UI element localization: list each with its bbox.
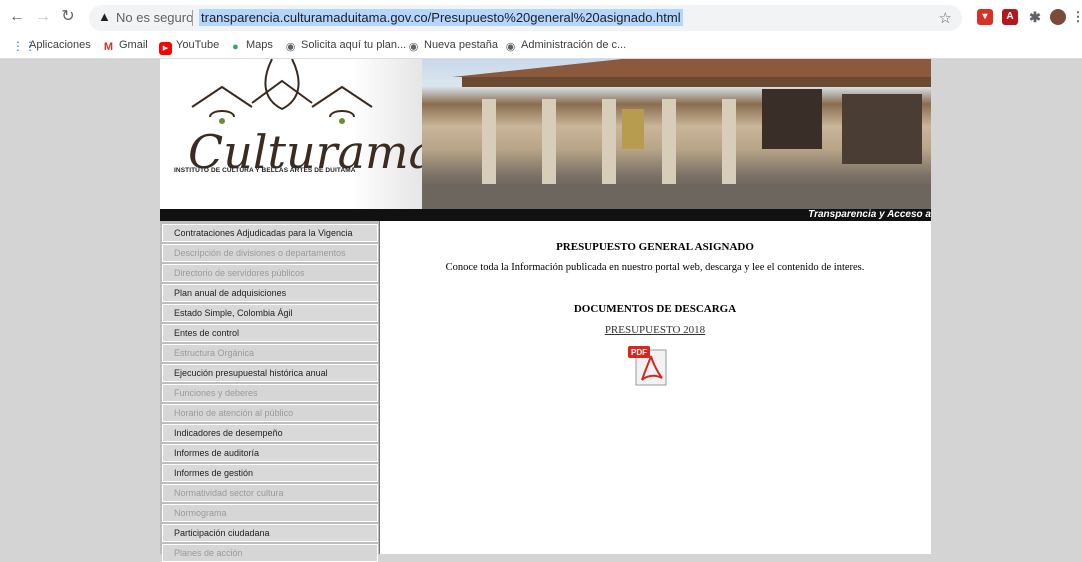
intro-text: Conoce toda la Información publicada en … [445, 262, 865, 273]
sidebar-item-horario[interactable]: Horario de atención al público [162, 404, 378, 422]
bookmark-apps[interactable]: ⋮⋮Aplicaciones [12, 39, 91, 53]
globe-icon: ◉ [505, 41, 516, 53]
bookmark-solicita[interactable]: ◉ Solicita aquí tu plan... [284, 39, 407, 54]
presupuesto-2018-link[interactable]: PRESUPUESTO 2018 [380, 324, 930, 336]
insecure-label[interactable]: No es seguro [116, 10, 193, 25]
sidebar-item-estructura[interactable]: Estructura Orgánica [162, 344, 378, 362]
pdf-extension-icon[interactable]: A [1002, 9, 1018, 25]
warning-icon[interactable]: ▲ [98, 9, 111, 24]
reload-icon[interactable]: ↻ [59, 8, 77, 26]
bookmark-label: YouTube [176, 39, 220, 51]
bookmarks-bar: ⋮⋮Aplicaciones M Gmail ▶ YouTube ● Maps ◉ So… [0, 36, 1082, 59]
pocket-extension-icon[interactable]: ▾ [977, 9, 993, 25]
sidebar-menu: Contrataciones Adjudicadas para la Vigen… [160, 221, 379, 562]
logo-subtitle: INSTITUTO DE CULTURA Y BELLAS ARTES DE D… [174, 167, 356, 174]
sidebar-item-estado-simple[interactable]: Estado Simple, Colombia Ágil [162, 304, 378, 322]
globe-icon: ◉ [408, 41, 419, 53]
bookmark-gmail[interactable]: M Gmail [102, 39, 148, 54]
page-title: PRESUPUESTO GENERAL ASIGNADO [556, 241, 754, 253]
back-arrow-icon[interactable]: ← [8, 8, 26, 26]
address-divider [192, 10, 193, 26]
sidebar-item-divisiones[interactable]: Descripción de divisiones o departamento… [162, 244, 378, 262]
sidebar-item-directorio[interactable]: Directorio de servidores públicos [162, 264, 378, 282]
page-container: Culturama INSTITUTO DE CULTURA Y BELLAS … [160, 59, 931, 562]
forward-arrow-icon[interactable]: → [34, 8, 52, 26]
extensions-puzzle-icon[interactable]: ✱ [1027, 9, 1043, 25]
pdf-file-icon: PDF [628, 346, 667, 386]
bookmark-label: Administración de c... [521, 39, 627, 51]
bookmark-youtube[interactable]: ▶ YouTube [159, 39, 219, 55]
bookmark-label: Aplicaciones [29, 39, 91, 51]
browser-toolbar: ← → ↻ ▲ No es seguro transparencia.cultu… [0, 0, 1082, 36]
profile-avatar[interactable] [1050, 9, 1066, 25]
bookmark-nueva-pestana[interactable]: ◉ Nueva pestaña [407, 39, 498, 54]
bookmark-label: Nueva pestaña [424, 39, 498, 51]
maps-pin-icon: ● [232, 41, 239, 53]
gmail-icon: M [103, 41, 114, 53]
sidebar-item-participacion[interactable]: Participación ciudadana [162, 524, 378, 542]
sidebar-item-planes-accion[interactable]: Planes de acción [162, 544, 378, 562]
bookmark-label: Gmail [119, 39, 148, 51]
logo-area: Culturama INSTITUTO DE CULTURA Y BELLAS … [160, 59, 436, 209]
sidebar-item-plan-anual[interactable]: Plan anual de adquisiciones [162, 284, 378, 302]
bookmark-label: Solicita aquí tu plan... [301, 39, 407, 51]
sidebar-item-contrataciones[interactable]: Contrataciones Adjudicadas para la Vigen… [162, 224, 378, 242]
sidebar-item-indicadores[interactable]: Indicadores de desempeño [162, 424, 378, 442]
address-bar[interactable]: ▲ No es seguro transparencia.culturamadu… [89, 5, 962, 31]
menu-kebab-icon[interactable]: ⋮ [1070, 9, 1082, 25]
url-text[interactable]: transparencia.culturamaduitama.gov.co/Pr… [199, 9, 683, 26]
youtube-icon: ▶ [159, 42, 172, 55]
sidebar-item-normograma[interactable]: Normograma [162, 504, 378, 522]
apps-grid-icon: ⋮⋮ [12, 39, 36, 53]
downloads-heading: DOCUMENTOS DE DESCARGA [573, 303, 737, 315]
sidebar-item-auditoria[interactable]: Informes de auditoría [162, 444, 378, 462]
sidebar-item-entes-control[interactable]: Entes de control [162, 324, 378, 342]
bookmark-label: Maps [246, 39, 273, 51]
building-illustration [422, 59, 931, 209]
bookmark-maps[interactable]: ● Maps [229, 39, 273, 54]
sidebar-item-ejecucion[interactable]: Ejecución presupuestal histórica anual [162, 364, 378, 382]
pdf-label: PDF [631, 348, 647, 357]
banner-tagline: Transparencia y Acceso a [808, 209, 931, 220]
header-banner: Culturama INSTITUTO DE CULTURA Y BELLAS … [160, 59, 931, 221]
bookmark-administracion[interactable]: ◉ Administración de c... [504, 39, 626, 54]
main-content: PRESUPUESTO GENERAL ASIGNADO Conoce toda… [379, 221, 930, 554]
bookmark-star-icon[interactable]: ☆ [939, 9, 952, 27]
sidebar-item-gestion[interactable]: Informes de gestión [162, 464, 378, 482]
pdf-download[interactable]: PDF [628, 346, 670, 386]
sidebar-item-funciones[interactable]: Funciones y deberes [162, 384, 378, 402]
building-photo [422, 59, 931, 209]
sidebar-item-normatividad[interactable]: Normatividad sector cultura [162, 484, 378, 502]
globe-icon: ◉ [285, 41, 296, 53]
